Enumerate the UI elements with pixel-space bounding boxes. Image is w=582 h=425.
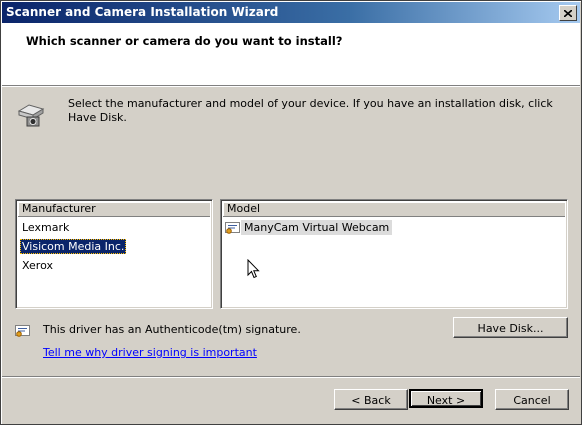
mouse-cursor-icon xyxy=(247,259,260,279)
model-column-header[interactable]: Model xyxy=(223,202,565,217)
back-button[interactable]: < Back xyxy=(334,389,408,410)
signature-status-text: This driver has an Authenticode(tm) sign… xyxy=(43,323,301,336)
have-disk-button[interactable]: Have Disk... xyxy=(453,317,568,338)
certificate-icon xyxy=(225,221,240,234)
driver-signing-link[interactable]: Tell me why driver signing is important xyxy=(43,346,257,359)
wizard-window: Scanner and Camera Installation Wizard W… xyxy=(0,0,582,425)
signature-certificate-icon xyxy=(15,325,30,337)
model-item[interactable]: ManyCam Virtual Webcam xyxy=(225,220,393,235)
manufacturer-item-xerox[interactable]: Xerox xyxy=(20,258,55,273)
close-button[interactable] xyxy=(559,5,577,21)
title-bar[interactable]: Scanner and Camera Installation Wizard xyxy=(2,2,580,23)
model-listbox[interactable]: Model ManyCam Virtual Webcam xyxy=(220,199,568,309)
next-button[interactable]: Next > xyxy=(409,389,483,408)
instructions-text: Select the manufacturer and model of you… xyxy=(68,97,553,124)
cancel-button[interactable]: Cancel xyxy=(495,389,569,410)
scanner-icon xyxy=(17,104,45,127)
window-title: Scanner and Camera Installation Wizard xyxy=(6,5,279,19)
manufacturer-column-header[interactable]: Manufacturer xyxy=(18,202,210,217)
manufacturer-item-lexmark[interactable]: Lexmark xyxy=(20,220,71,235)
close-icon xyxy=(564,9,572,17)
page-title: Which scanner or camera do you want to i… xyxy=(26,34,343,48)
manufacturer-item-visicom[interactable]: Visicom Media Inc. xyxy=(20,239,127,254)
model-item-label: ManyCam Virtual Webcam xyxy=(241,220,393,235)
wizard-header: Which scanner or camera do you want to i… xyxy=(2,23,580,86)
header-divider xyxy=(2,86,580,87)
footer-divider xyxy=(2,376,580,378)
manufacturer-listbox[interactable]: Manufacturer Lexmark Visicom Media Inc. … xyxy=(15,199,213,309)
